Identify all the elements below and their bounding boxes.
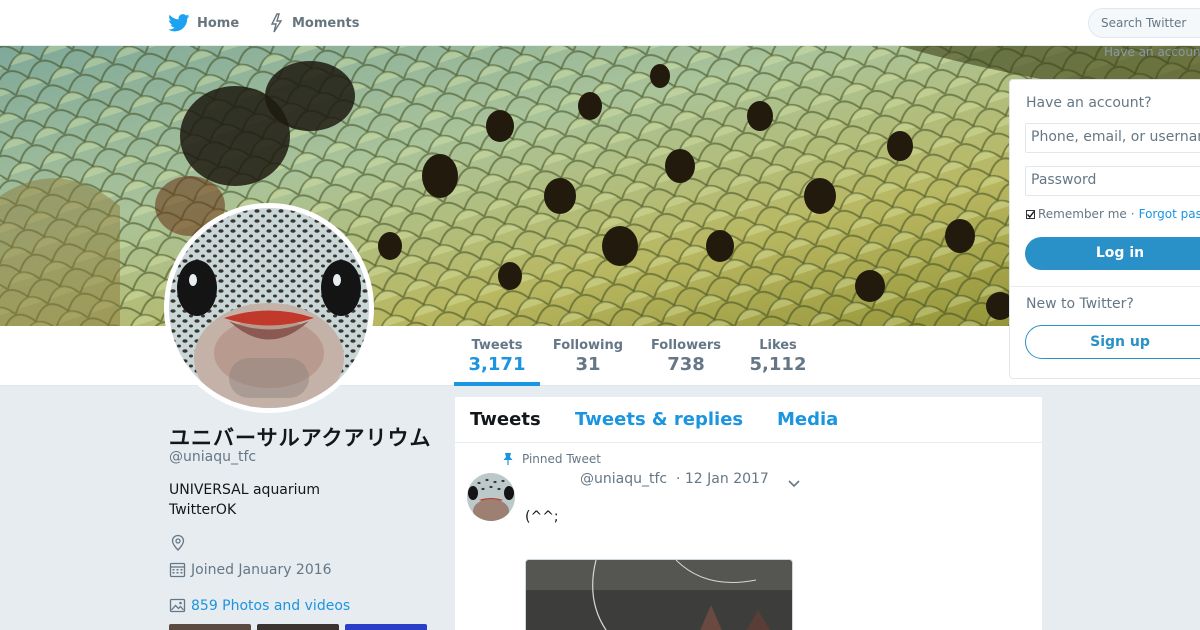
stat-following-value: 31 [575, 354, 601, 375]
username-field[interactable]: Phone, email, or username [1025, 123, 1200, 153]
login-button[interactable]: Log in [1025, 237, 1200, 270]
nav-home-label: Home [197, 15, 240, 31]
profile-photos-label: 859 Photos and videos [191, 597, 351, 614]
media-thumbnail[interactable] [169, 624, 251, 630]
media-thumbnail[interactable] [257, 624, 339, 630]
tweet-date[interactable]: · 12 Jan 2017 [676, 471, 769, 487]
login-dropdown: Have an account? Phone, email, or userna… [1009, 79, 1200, 379]
chevron-down-icon [788, 480, 800, 488]
stat-followers-label: Followers [650, 338, 722, 353]
twitter-bird-icon [168, 14, 190, 32]
profile-media-thumbnails [169, 624, 433, 630]
calendar-icon [169, 562, 186, 578]
pinned-tweet-label: Pinned Tweet [502, 452, 601, 466]
have-account-toggle[interactable]: Have an account? [1104, 45, 1200, 59]
new-to-twitter-label: New to Twitter? [1026, 296, 1134, 312]
nav-moments[interactable]: Moments [268, 0, 359, 46]
stat-following[interactable]: Following 31 [551, 326, 625, 386]
timeline-tabs: Tweets Tweets & replies Media [455, 397, 1042, 443]
search-input[interactable]: Search Twitter [1088, 8, 1200, 38]
profile-bio-line2: TwitterOK [169, 502, 237, 518]
login-title: Have an account? [1026, 95, 1152, 111]
location-pin-icon [171, 534, 185, 551]
password-field[interactable]: Password [1025, 166, 1200, 196]
nav-moments-label: Moments [292, 15, 360, 31]
pin-icon [503, 453, 513, 465]
login-divider [1010, 286, 1200, 287]
lightning-icon [270, 13, 283, 33]
profile-bio: UNIVERSAL aquarium TwitterOK [169, 480, 429, 520]
tweet-text: (^^; [525, 509, 559, 525]
tweet-handle[interactable]: @uniaqu_tfc [580, 471, 667, 487]
tweet-media-image[interactable] [525, 559, 793, 630]
tab-tweets[interactable]: Tweets [470, 409, 541, 430]
stat-followers-value: 738 [667, 354, 705, 375]
stat-tweets-value: 3,171 [468, 354, 526, 375]
stat-likes[interactable]: Likes 5,112 [746, 326, 810, 386]
stat-likes-label: Likes [759, 338, 797, 353]
image-icon [169, 598, 186, 613]
tab-tweets-replies[interactable]: Tweets & replies [575, 409, 743, 430]
profile-bio-line1: UNIVERSAL aquarium [169, 482, 321, 498]
checkmark-icon [1026, 210, 1035, 218]
remember-me-label[interactable]: Remember me [1038, 207, 1127, 221]
profile-joined-label: Joined January 2016 [191, 561, 332, 578]
top-navigation: Home Moments Search Twitter [0, 0, 1200, 46]
profile-handle: @uniaqu_tfc [169, 449, 257, 465]
stat-followers[interactable]: Followers 738 [650, 326, 722, 386]
profile-avatar[interactable] [164, 203, 374, 413]
profile-photos-link[interactable]: 859 Photos and videos [169, 597, 350, 614]
timeline: Tweets Tweets & replies Media Pinned Twe… [455, 397, 1042, 630]
stat-likes-value: 5,112 [749, 354, 807, 375]
stat-following-label: Following [552, 338, 624, 353]
tweet-menu-button[interactable] [787, 474, 801, 493]
signup-button[interactable]: Sign up [1025, 325, 1200, 359]
stat-tweets-label: Tweets [471, 338, 523, 353]
profile-name: ユニバーサルアクアリウム [169, 426, 432, 450]
forgot-password-link[interactable]: Forgot password? [1139, 207, 1200, 221]
remember-me-row: Remember me · Forgot password? [1026, 207, 1200, 221]
tweet-avatar[interactable] [467, 473, 515, 521]
media-thumbnail[interactable] [345, 624, 427, 630]
tab-media[interactable]: Media [777, 409, 838, 430]
stat-tweets[interactable]: Tweets 3,171 [454, 326, 540, 386]
nav-home[interactable]: Home [168, 0, 239, 46]
remember-me-checkbox[interactable] [1026, 209, 1035, 219]
profile-joined: Joined January 2016 [169, 561, 332, 578]
separator-dot: · [1130, 207, 1135, 221]
pinned-tweet-text: Pinned Tweet [522, 452, 601, 466]
profile-location [169, 534, 187, 556]
